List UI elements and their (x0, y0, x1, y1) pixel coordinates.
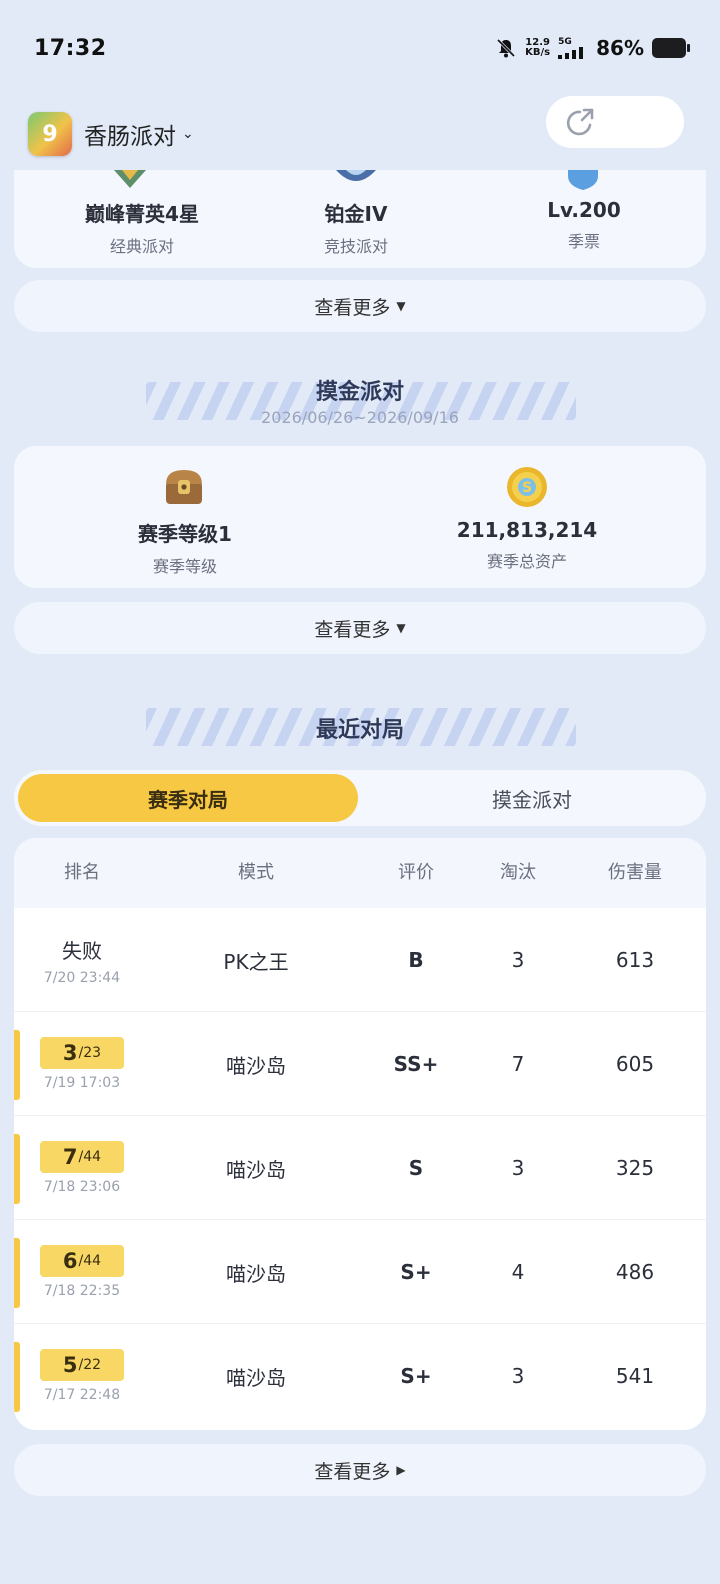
season-level: 赛季等级1 赛季等级 (138, 522, 232, 576)
match-mode: 喵沙岛 (226, 1053, 286, 1078)
match-mode: 喵沙岛 (226, 1365, 286, 1390)
match-kills: 4 (511, 1260, 525, 1284)
chevron-down-icon[interactable]: ⌄ (182, 126, 194, 142)
match-damage: 325 (615, 1156, 655, 1180)
col-kills: 淘汰 (500, 862, 536, 883)
match-damage: 541 (615, 1364, 655, 1388)
match-result: 失败 (62, 938, 102, 963)
coin-icon: S (507, 467, 547, 507)
match-tabs: 赛季对局 摸金派对 (14, 770, 706, 826)
match-time: 7/17 22:48 (43, 1387, 121, 1403)
match-damage: 605 (615, 1052, 655, 1076)
view-more-button[interactable]: 查看更多 ▼ (14, 602, 706, 654)
season-pass-shield-icon (568, 170, 598, 190)
row-highlight-bar (14, 1238, 20, 1308)
rank-badge: 7/44 (40, 1141, 124, 1173)
match-damage: 613 (615, 948, 655, 972)
tab-gold-party[interactable]: 摸金派对 (362, 774, 702, 822)
match-grade: S (408, 1156, 424, 1180)
rank-season-pass: Lv.200 季票 (547, 198, 621, 251)
match-time: 7/19 17:03 (43, 1075, 121, 1091)
table-row[interactable]: 5/22 7/17 22:48 喵沙岛 S+ 3 541 (14, 1324, 706, 1428)
rank-emblem-icon (336, 170, 376, 181)
match-damage: 486 (615, 1260, 655, 1284)
signal-5g-label: 5G (558, 36, 572, 47)
rank-cell: 7/44 7/18 23:06 (32, 1116, 132, 1220)
section-title: 最近对局 (315, 718, 404, 743)
match-mode: 喵沙岛 (226, 1157, 286, 1182)
svg-text:S: S (522, 480, 532, 496)
gold-party-header: 摸金派对 2026/06/26~2026/09/16 (0, 374, 720, 427)
status-icons: 12.9 KB/s 5G 86% (495, 36, 690, 60)
match-grade: SS+ (393, 1052, 439, 1076)
game-name[interactable]: 香肠派对 (84, 117, 176, 151)
triangle-down-icon: ▼ (396, 621, 406, 635)
status-time: 17:32 (34, 35, 107, 61)
triangle-right-icon: ▶ (396, 1463, 406, 1477)
col-mode: 模式 (238, 862, 274, 883)
table-row[interactable]: 7/44 7/18 23:06 喵沙岛 S 3 325 (14, 1116, 706, 1220)
match-grade: S+ (400, 1260, 432, 1284)
signal-indicator: 5G (558, 36, 588, 59)
recent-matches-header: 最近对局 (0, 708, 720, 746)
match-time: 7/20 23:44 (43, 969, 121, 986)
signal-bars-icon (558, 46, 584, 59)
battery-icon (652, 38, 690, 58)
match-time: 7/18 23:06 (43, 1179, 121, 1195)
share-arrow-icon (566, 108, 594, 136)
match-kills: 3 (511, 1156, 525, 1180)
rank-cell: 3/23 7/19 17:03 (32, 1012, 132, 1116)
row-highlight-bar (14, 1134, 20, 1204)
rank-classic: 巅峰菁英4星 经典派对 (85, 202, 199, 256)
battery-percent: 86% (596, 36, 644, 60)
col-rank: 排名 (64, 862, 100, 883)
match-kills: 3 (511, 1364, 525, 1388)
table-row[interactable]: 失败 7/20 23:44 PK之王 B 3 613 (14, 908, 706, 1012)
match-mode: 喵沙岛 (226, 1261, 286, 1286)
triangle-down-icon: ▼ (396, 299, 406, 313)
col-grade: 评价 (398, 862, 434, 883)
rank-emblem-icon (114, 170, 146, 188)
app-header: 9 香肠派对 ⌄ (0, 96, 720, 172)
rank-cell: 6/44 7/18 22:35 (32, 1220, 132, 1324)
chest-icon (166, 470, 202, 504)
match-kills: 3 (511, 948, 525, 972)
rank-badge: 3/23 (40, 1037, 124, 1069)
match-grade: B (408, 948, 424, 972)
match-grade: S+ (400, 1364, 432, 1388)
table-header: 排名 模式 评价 淘汰 伤害量 (14, 838, 706, 908)
season-assets: 211,813,214 赛季总资产 (456, 518, 598, 571)
match-mode: PK之王 (223, 949, 289, 974)
table-row[interactable]: 3/23 7/19 17:03 喵沙岛 SS+ 7 605 (14, 1012, 706, 1116)
rank-competitive: 铂金IV 竞技派对 (323, 202, 389, 256)
view-more-matches-button[interactable]: 查看更多 ▶ (14, 1444, 706, 1496)
rank-badge: 6/44 (40, 1245, 124, 1277)
section-title: 摸金派对 (315, 380, 404, 405)
tab-season-matches[interactable]: 赛季对局 (18, 774, 358, 822)
season-dates: 2026/06/26~2026/09/16 (261, 408, 459, 427)
net-speed: 12.9 KB/s (525, 37, 551, 58)
match-kills: 7 (511, 1052, 525, 1076)
status-bar: 17:32 12.9 KB/s 5G 86% (0, 0, 720, 96)
rank-badge: 5/22 (40, 1349, 124, 1381)
row-highlight-bar (14, 1342, 20, 1412)
match-table: 排名 模式 评价 淘汰 伤害量 失败 7/20 23:44 PK之王 B 3 6… (14, 838, 706, 1430)
table-row[interactable]: 6/44 7/18 22:35 喵沙岛 S+ 4 486 (14, 1220, 706, 1324)
col-damage: 伤害量 (608, 862, 662, 883)
match-time: 7/18 22:35 (43, 1283, 121, 1299)
rank-card: 巅峰菁英4星 经典派对 铂金IV 竞技派对 Lv.200 季票 (14, 170, 706, 268)
share-button[interactable] (546, 96, 684, 148)
mute-bell-icon (497, 38, 516, 58)
rank-cell: 5/22 7/17 22:48 (32, 1324, 132, 1428)
view-more-button[interactable]: 查看更多 ▼ (14, 280, 706, 332)
row-highlight-bar (14, 1030, 20, 1100)
gold-party-card: S 赛季等级1 赛季等级 211,813,214 赛季总资产 (14, 446, 706, 588)
rank-cell: 失败 7/20 23:44 (32, 908, 132, 1012)
game-logo-icon: 9 (28, 112, 72, 156)
